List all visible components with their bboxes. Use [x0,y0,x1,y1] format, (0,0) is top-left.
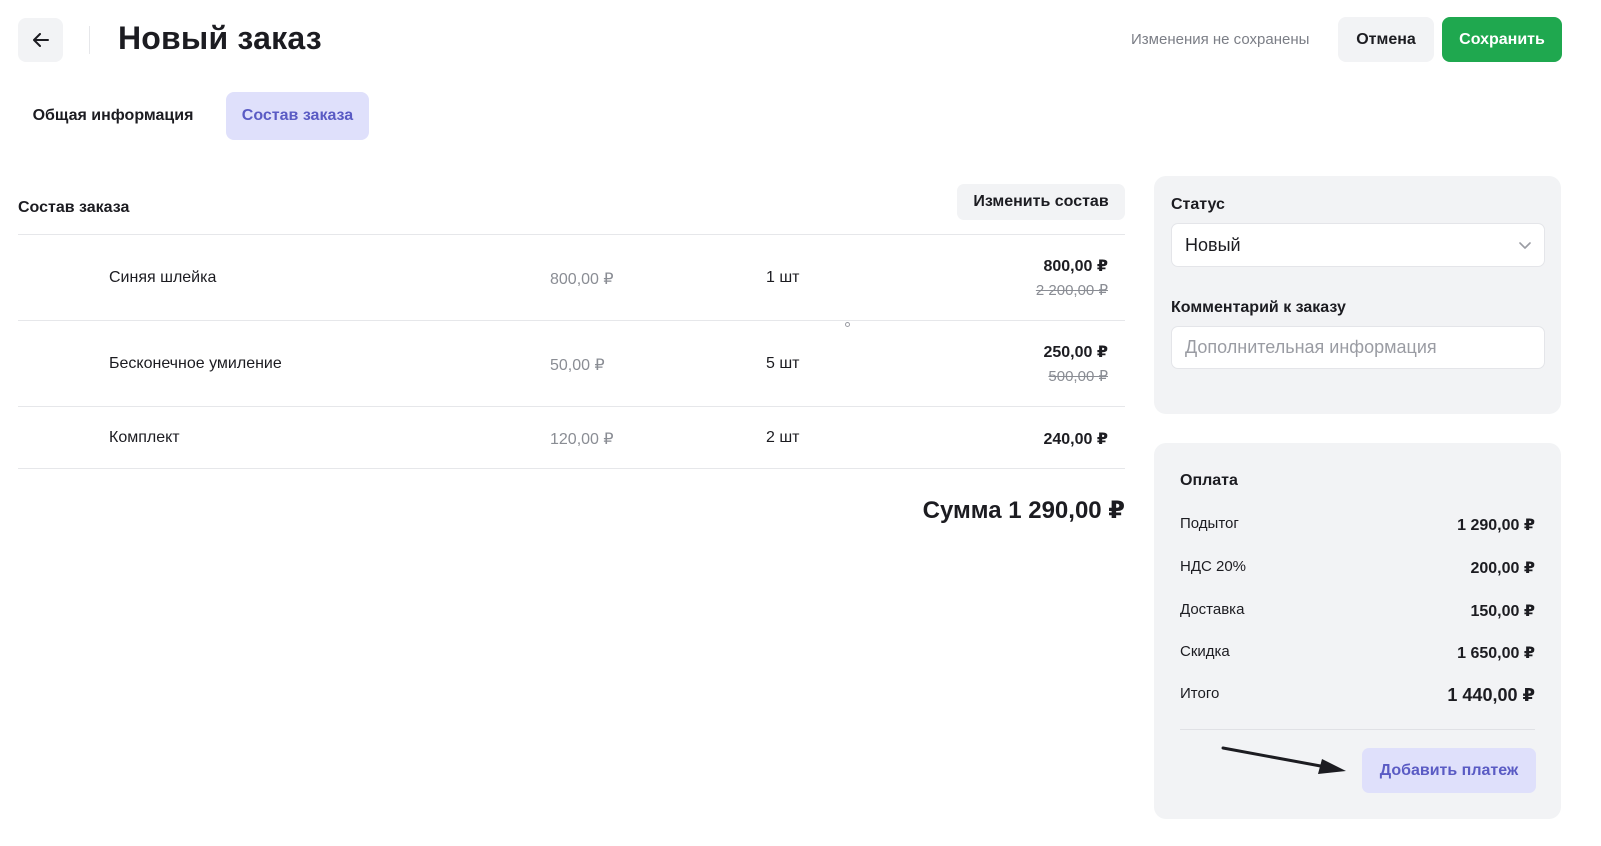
comment-label: Комментарий к заказу [1171,299,1346,316]
composition-title: Состав заказа [18,199,130,216]
annotation-arrow-icon [1221,746,1346,774]
item-price: 50,00 ₽ [550,357,605,374]
payment-card: Оплата Подытог 1 290,00 ₽ НДС 20% 200,00… [1154,443,1561,819]
payment-row-label: Доставка [1180,601,1245,618]
item-total: 240,00 ₽ [1043,431,1108,448]
item-old-total: 500,00 ₽ [1048,368,1108,385]
cancel-button[interactable]: Отмена [1338,17,1434,62]
order-items-table: Синяя шлейка 800,00 ₽ 1 шт 800,00 ₽ 2 20… [18,234,1125,469]
header-divider [89,26,90,54]
item-total: 800,00 ₽ [1043,258,1108,275]
payment-row-label: Подытог [1180,515,1239,532]
item-quantity: 1 шт [766,269,800,286]
order-page: Новый заказ Изменения не сохранены Отмен… [0,0,1601,846]
tab-general-info[interactable]: Общая информация [18,92,208,140]
item-price: 800,00 ₽ [550,271,614,288]
payment-row-value: 150,00 ₽ [1470,603,1535,620]
item-name: Синяя шлейка [109,269,217,286]
status-card: Статус Новый Комментарий к заказу [1154,176,1561,414]
item-name: Комплект [109,429,180,446]
table-row[interactable]: Комплект 120,00 ₽ 2 шт 240,00 ₽ [18,407,1125,469]
status-value: Новый [1185,234,1241,255]
item-quantity: 2 шт [766,429,800,446]
order-sum: Сумма 1 290,00 ₽ [922,497,1125,524]
payment-row-value: 1 290,00 ₽ [1457,517,1535,534]
tab-order-composition[interactable]: Состав заказа [226,92,369,140]
item-name: Бесконечное умиление [109,355,282,372]
payment-row-label: НДС 20% [1180,558,1247,575]
item-total: 250,00 ₽ [1043,344,1108,361]
payment-divider [1180,729,1535,730]
payment-title: Оплата [1180,472,1238,489]
table-row[interactable]: Бесконечное умиление 50,00 ₽ 5 шт 250,00… [18,321,1125,407]
arrow-left-icon [32,33,49,47]
back-button[interactable] [18,18,63,62]
page-title: Новый заказ [118,20,322,56]
payment-row-value: 200,00 ₽ [1470,560,1535,577]
unsaved-status-text: Изменения не сохранены [1131,31,1310,48]
status-label: Статус [1171,196,1225,213]
item-price: 120,00 ₽ [550,431,614,448]
payment-row-vat: НДС 20% 200,00 ₽ [1180,558,1535,580]
payment-row-total: Итого 1 440,00 ₽ [1180,685,1535,707]
add-payment-button[interactable]: Добавить платеж [1362,748,1536,793]
payment-row-discount: Скидка 1 650,00 ₽ [1180,643,1535,665]
save-button[interactable]: Сохранить [1442,17,1562,62]
payment-row-subtotal: Подытог 1 290,00 ₽ [1180,515,1535,537]
item-old-total: 2 200,00 ₽ [1035,282,1108,299]
payment-row-value: 1 440,00 ₽ [1447,685,1535,705]
payment-row-label: Итого [1180,685,1220,702]
item-quantity: 5 шт [766,355,800,372]
payment-row-value: 1 650,00 ₽ [1457,645,1535,662]
mouse-cursor-dot [845,322,850,327]
status-select[interactable]: Новый [1171,223,1545,267]
payment-row-delivery: Доставка 150,00 ₽ [1180,601,1535,623]
payment-row-label: Скидка [1180,643,1230,660]
table-row[interactable]: Синяя шлейка 800,00 ₽ 1 шт 800,00 ₽ 2 20… [18,235,1125,321]
chevron-down-icon [1519,242,1531,249]
edit-composition-button[interactable]: Изменить состав [957,184,1125,220]
comment-input[interactable] [1171,326,1545,369]
